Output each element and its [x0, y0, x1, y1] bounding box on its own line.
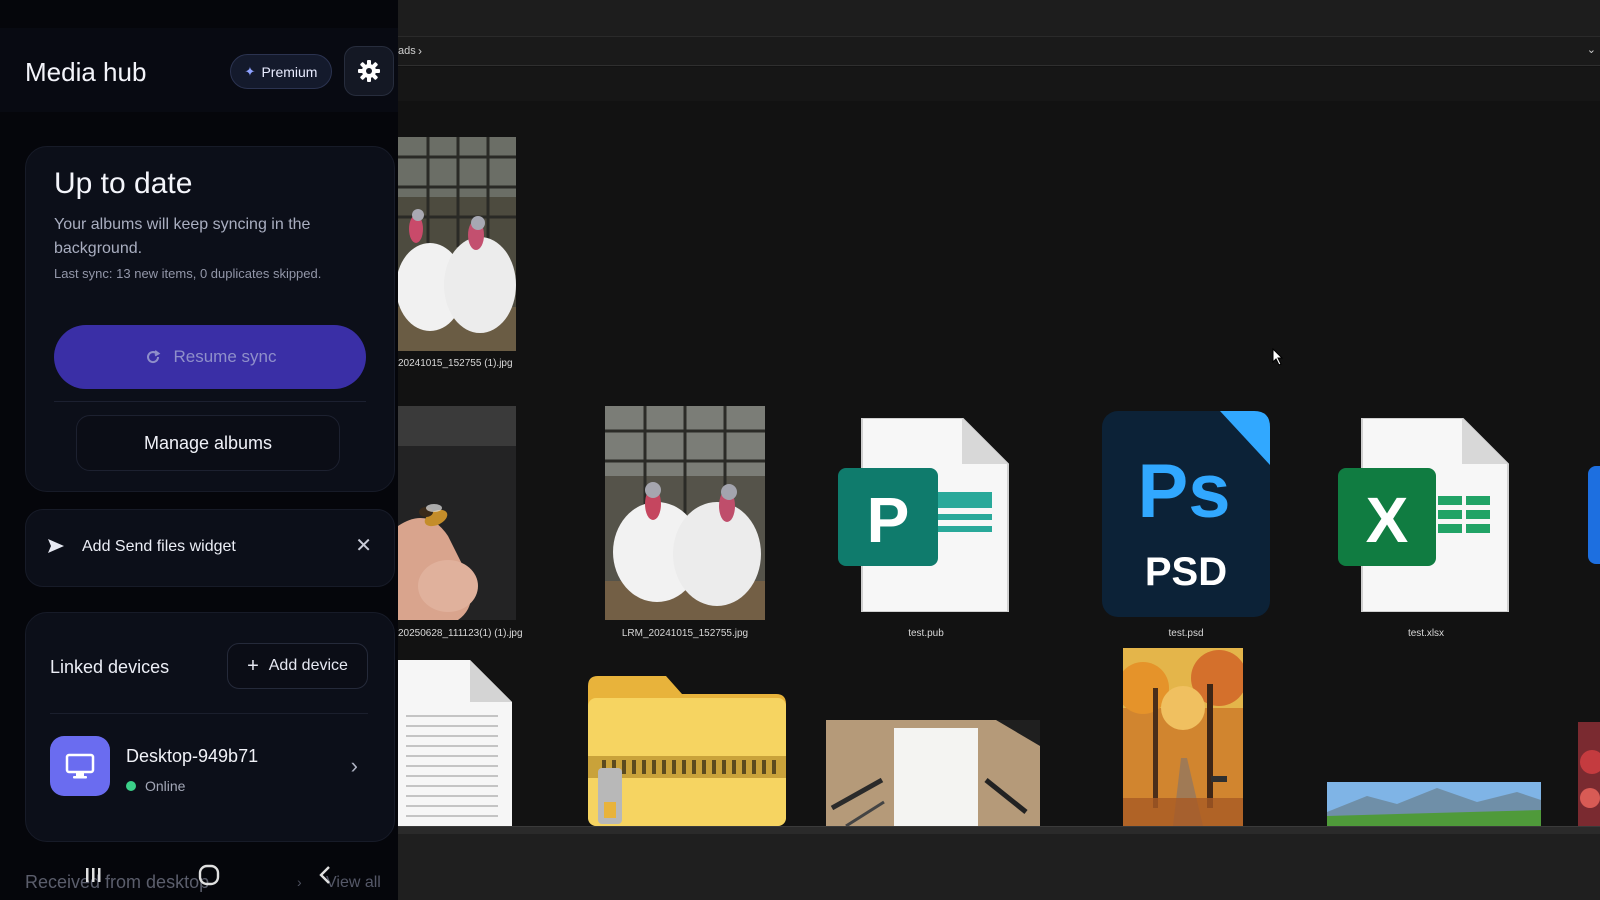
back-icon[interactable] [310, 862, 340, 888]
excel-letter: X [1366, 484, 1409, 556]
online-status-dot [126, 781, 136, 791]
file-name[interactable]: 20250628_111123(1) (1).jpg [398, 628, 523, 639]
text-document-icon [398, 660, 512, 826]
sync-title: Up to date [54, 167, 193, 200]
breadcrumb-chevron-icon: › [418, 44, 422, 58]
resume-sync-button[interactable]: Resume sync [54, 325, 366, 389]
file-tile[interactable] [398, 406, 516, 625]
excel-file-icon: X [1338, 417, 1509, 613]
linked-devices-title: Linked devices [50, 657, 170, 677]
manage-albums-button[interactable]: Manage albums [76, 415, 340, 471]
media-hub-app: Media hub ✦ Premium Up to date Your albu… [0, 0, 398, 900]
device-avatar[interactable] [50, 736, 110, 796]
refresh-icon [146, 350, 160, 364]
page-title: Media hub [25, 57, 147, 87]
photo-desk-thumbnail [826, 720, 1040, 828]
file-tile[interactable] [1117, 648, 1247, 831]
photo-landscape-thumbnail [1327, 782, 1541, 826]
file-name[interactable]: LRM_20241015_152755.jpg [605, 628, 765, 639]
address-bar[interactable]: ads › ⌄ [398, 36, 1600, 66]
resume-sync-label: Resume sync [173, 347, 277, 366]
file-tile[interactable] [1327, 782, 1541, 831]
file-name[interactable]: test.psd [1102, 628, 1270, 639]
device-name[interactable]: Desktop-949b71 [126, 746, 258, 767]
photoshop-caption: PSD [1145, 550, 1227, 594]
publisher-file-icon: P [838, 417, 1009, 613]
file-explorer-window: ads › ⌄ 20241015_152755 (1).jpg 20250628… [398, 0, 1600, 900]
system-navigation-bar [0, 850, 398, 900]
file-tile[interactable] [398, 137, 516, 356]
home-icon[interactable] [194, 862, 224, 888]
premium-button[interactable]: ✦ Premium [230, 54, 332, 89]
command-bar [398, 67, 1600, 101]
add-device-button[interactable]: + Add device [227, 643, 368, 689]
address-dropdown-icon[interactable]: ⌄ [1587, 43, 1596, 56]
title-bar [398, 0, 1600, 36]
photo-turkeys-thumbnail [605, 406, 765, 620]
monitor-icon [65, 753, 95, 779]
status-bar [398, 834, 1600, 900]
sync-meta: Last sync: 13 new items, 0 duplicates sk… [54, 266, 322, 281]
linked-devices-card: Linked devices + Add device Desktop-949b… [25, 612, 395, 842]
sync-description: Your albums will keep syncing in the bac… [54, 216, 311, 257]
sync-status-card: Up to date Your albums will keep syncing… [25, 146, 395, 492]
close-icon[interactable]: ✕ [355, 533, 372, 558]
device-status: Online [126, 778, 185, 794]
premium-label: Premium [261, 63, 318, 80]
photoshop-file-icon: Ps PSD [1102, 411, 1270, 617]
blue-file-icon [1588, 466, 1600, 564]
horizontal-scrollbar[interactable] [398, 826, 1600, 834]
send-icon [48, 539, 64, 553]
divider [50, 713, 368, 714]
add-device-label: Add device [268, 657, 348, 674]
publisher-letter: P [867, 484, 910, 556]
chevron-right-icon[interactable]: › [351, 753, 358, 779]
file-tile[interactable] [826, 720, 1040, 831]
recent-apps-icon[interactable] [78, 862, 108, 888]
file-tile[interactable] [588, 676, 786, 831]
file-tile-partial[interactable] [1578, 722, 1600, 831]
file-tile[interactable]: P [838, 417, 1014, 617]
file-tile[interactable] [605, 406, 765, 625]
file-name[interactable]: 20241015_152755 (1).jpg [398, 358, 516, 369]
photo-turkeys-thumbnail [398, 137, 516, 351]
gear-icon [358, 60, 380, 82]
settings-button[interactable] [344, 46, 394, 96]
file-tile[interactable]: X [1338, 417, 1514, 617]
device-status-label: Online [145, 778, 186, 794]
file-name[interactable]: test.pub [838, 628, 1014, 639]
photo-autumn-thumbnail [1117, 648, 1247, 826]
photo-bee-thumbnail [398, 406, 516, 620]
photoshop-letters: Ps [1138, 449, 1231, 534]
file-name[interactable]: test.xlsx [1338, 628, 1514, 639]
divider [54, 401, 366, 402]
file-tile[interactable]: Ps PSD [1102, 411, 1272, 622]
photo-partial-thumbnail [1578, 722, 1600, 826]
sparkle-icon: ✦ [244, 63, 256, 79]
widget-label: Add Send files widget [82, 538, 236, 555]
breadcrumb[interactable]: ads [398, 45, 416, 57]
file-tile[interactable] [398, 660, 512, 831]
mouse-cursor-icon [1272, 348, 1284, 366]
send-files-widget-banner[interactable]: Add Send files widget ✕ [25, 509, 395, 587]
zip-folder-icon [588, 676, 786, 826]
file-tile-partial[interactable] [1588, 466, 1600, 569]
plus-icon: + [247, 654, 259, 677]
